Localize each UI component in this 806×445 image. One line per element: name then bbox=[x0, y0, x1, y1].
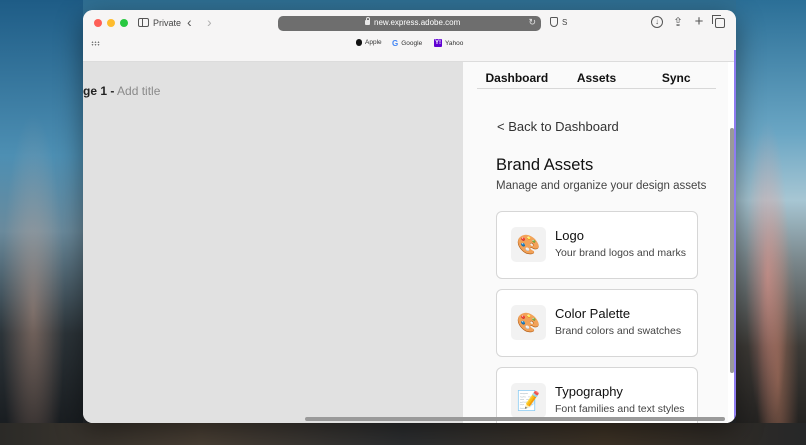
palette-icon: 🎨 bbox=[511, 227, 546, 262]
minimize-window-button[interactable] bbox=[107, 19, 115, 27]
bookmark-label: Yahoo bbox=[445, 39, 464, 47]
page-title: ge 1 - Add title bbox=[83, 84, 160, 98]
card-description: Brand colors and swatches bbox=[555, 325, 682, 337]
back-to-dashboard-link[interactable]: < Back to Dashboard bbox=[497, 119, 619, 134]
tab-assets[interactable]: Assets bbox=[557, 62, 637, 88]
card-description: Your brand logos and marks bbox=[555, 247, 686, 259]
private-mode-label: Private bbox=[153, 18, 182, 28]
section-title: Brand Assets bbox=[496, 156, 594, 174]
memo-icon: 📝 bbox=[511, 383, 546, 418]
zoom-window-button[interactable] bbox=[120, 19, 128, 27]
asset-card-logo[interactable]: 🎨 Logo Your brand logos and marks bbox=[496, 211, 698, 279]
address-bar[interactable]: new.express.adobe.com ↻ bbox=[278, 16, 541, 31]
desktop-wallpaper-bottom bbox=[0, 423, 806, 445]
download-icon[interactable]: ↓ bbox=[651, 16, 663, 28]
tab-dashboard[interactable]: Dashboard bbox=[477, 62, 557, 88]
reload-icon[interactable]: ↻ bbox=[528, 17, 536, 28]
browser-window: Private ‹ › new.express.adobe.com ↻ S ↓ … bbox=[83, 10, 736, 423]
forward-arrow-icon[interactable]: › bbox=[207, 15, 212, 29]
card-title: Logo bbox=[555, 228, 584, 243]
new-tab-icon[interactable]: + bbox=[693, 14, 705, 29]
tab-sync[interactable]: Sync bbox=[636, 62, 716, 88]
privacy-shield-icon[interactable] bbox=[550, 17, 558, 27]
design-canvas[interactable]: ge 1 - Add title bbox=[83, 62, 463, 423]
page-label: ge 1 - bbox=[83, 84, 115, 98]
palette-icon: 🎨 bbox=[511, 305, 546, 340]
bookmark-yahoo[interactable]: Y! Yahoo bbox=[434, 39, 463, 47]
bookmark-apple[interactable]: Apple bbox=[356, 39, 382, 46]
desktop-wallpaper-right bbox=[736, 0, 806, 445]
back-arrow-icon[interactable]: ‹ bbox=[187, 15, 192, 29]
share-icon[interactable]: ⇪ bbox=[672, 16, 684, 28]
accent-edge-bar bbox=[734, 50, 736, 423]
asset-card-color-palette[interactable]: 🎨 Color Palette Brand colors and swatche… bbox=[496, 289, 698, 357]
add-title-field[interactable]: Add title bbox=[117, 84, 160, 98]
card-title: Color Palette bbox=[555, 306, 631, 321]
close-window-button[interactable] bbox=[94, 19, 102, 27]
google-icon: G bbox=[392, 39, 399, 48]
favorites-grid-icon[interactable] bbox=[91, 41, 100, 46]
section-subtitle: Manage and organize your design assets bbox=[496, 180, 707, 192]
card-title: Typography bbox=[555, 384, 623, 399]
card-description: Font families and text styles bbox=[555, 403, 685, 415]
sidebar-toggle-icon[interactable] bbox=[138, 18, 149, 27]
panel-tab-bar: Dashboard Assets Sync bbox=[477, 62, 716, 89]
bookmark-label: Apple bbox=[365, 39, 382, 46]
tab-indicator: S bbox=[562, 18, 568, 27]
browser-toolbar: Private ‹ › new.express.adobe.com ↻ S ↓ … bbox=[83, 10, 736, 62]
bookmark-google[interactable]: G Google bbox=[392, 39, 422, 48]
asset-card-typography[interactable]: 📝 Typography Font families and text styl… bbox=[496, 367, 698, 423]
bookmark-label: Google bbox=[401, 40, 423, 47]
apple-icon bbox=[356, 39, 362, 46]
tab-overview-icon[interactable] bbox=[712, 15, 725, 28]
brand-assets-panel: Dashboard Assets Sync < Back to Dashboar… bbox=[463, 62, 728, 423]
desktop-wallpaper-left bbox=[0, 0, 83, 445]
yahoo-icon: Y! bbox=[434, 39, 442, 47]
horizontal-scrollbar[interactable] bbox=[305, 417, 725, 421]
lock-icon bbox=[365, 17, 370, 25]
url-text: new.express.adobe.com bbox=[374, 18, 461, 27]
